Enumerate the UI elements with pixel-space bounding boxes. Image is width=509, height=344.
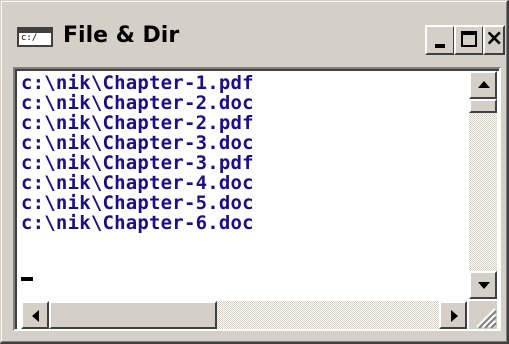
arrow-right-icon bbox=[451, 310, 458, 322]
output-line: c:\nik\Chapter-3.pdf bbox=[21, 152, 254, 174]
close-button[interactable]: × bbox=[483, 25, 505, 55]
icon-label: c:/ bbox=[21, 33, 38, 43]
horizontal-scroll-thumb[interactable] bbox=[49, 301, 217, 329]
arrow-down-icon bbox=[478, 282, 490, 289]
horizontal-scrollbar[interactable] bbox=[21, 301, 467, 329]
console-window-icon[interactable]: c:/ bbox=[17, 27, 53, 47]
app-window: c:/ File & Dir × c:\nik\Chapter-1.pdf c:… bbox=[0, 0, 509, 344]
output-line: c:\nik\Chapter-2.pdf bbox=[21, 112, 254, 134]
output-pane: c:\nik\Chapter-1.pdf c:\nik\Chapter-2.do… bbox=[13, 67, 501, 331]
vertical-scrollbar[interactable] bbox=[469, 71, 497, 299]
output-pane-frame: c:\nik\Chapter-1.pdf c:\nik\Chapter-2.do… bbox=[15, 69, 499, 329]
output-line: c:\nik\Chapter-4.doc bbox=[21, 172, 254, 194]
output-line: c:\nik\Chapter-1.pdf bbox=[21, 73, 254, 94]
maximize-button[interactable] bbox=[454, 25, 484, 55]
minimize-button[interactable] bbox=[425, 25, 455, 55]
size-grip-icon[interactable] bbox=[469, 301, 497, 329]
minimize-icon bbox=[435, 44, 445, 48]
output-line: c:\nik\Chapter-2.doc bbox=[21, 92, 254, 114]
output-line: c:\nik\Chapter-3.doc bbox=[21, 132, 254, 154]
arrow-up-icon bbox=[478, 81, 490, 88]
scroll-left-button[interactable] bbox=[21, 301, 49, 329]
window-title: File & Dir bbox=[63, 23, 180, 48]
close-icon: × bbox=[485, 26, 504, 51]
vertical-scroll-thumb[interactable] bbox=[469, 99, 497, 113]
scroll-up-button[interactable] bbox=[469, 71, 497, 99]
arrow-left-icon bbox=[32, 310, 39, 322]
scroll-down-button[interactable] bbox=[469, 271, 497, 299]
output-line: c:\nik\Chapter-6.doc bbox=[21, 212, 254, 234]
title-bar[interactable]: c:/ File & Dir × bbox=[5, 5, 505, 65]
scroll-right-button[interactable] bbox=[439, 301, 467, 329]
output-line: c:\nik\Chapter-5.doc bbox=[21, 192, 254, 214]
output-text-area[interactable]: c:\nik\Chapter-1.pdf c:\nik\Chapter-2.do… bbox=[21, 73, 467, 299]
text-cursor bbox=[21, 277, 33, 281]
maximize-icon bbox=[461, 31, 477, 47]
